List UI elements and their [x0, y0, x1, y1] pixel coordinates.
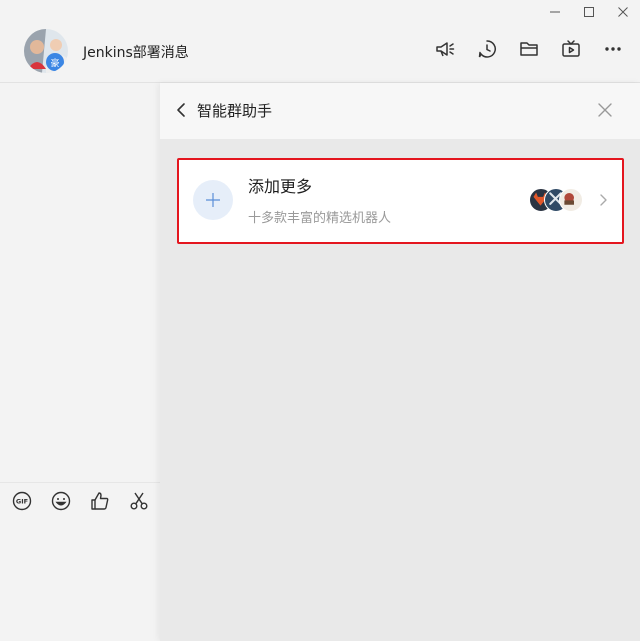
- maximize-icon[interactable]: [572, 0, 606, 24]
- card-title: 添加更多: [248, 177, 313, 196]
- thumbs-up-icon[interactable]: [90, 490, 110, 512]
- scissors-icon[interactable]: [129, 490, 149, 512]
- gif-icon[interactable]: GIF: [12, 490, 32, 512]
- more-icon[interactable]: [602, 38, 624, 60]
- panel-title: 智能群助手: [197, 102, 273, 120]
- bot-avatars: [529, 188, 583, 212]
- add-icon: [193, 180, 233, 220]
- folder-icon[interactable]: [518, 38, 540, 60]
- svg-text:GIF: GIF: [16, 498, 28, 506]
- emoji-icon[interactable]: [51, 490, 71, 512]
- smart-assistant-panel: 智能群助手 添加更多 十多款丰富的精选机器人: [160, 83, 640, 641]
- input-divider: [0, 482, 160, 483]
- group-title: Jenkins部署消息: [83, 45, 189, 61]
- minimize-icon[interactable]: [538, 0, 572, 24]
- announcement-icon[interactable]: [434, 38, 456, 60]
- input-toolbar: GIF: [12, 490, 149, 512]
- group-avatar[interactable]: 豪: [24, 29, 68, 73]
- header-toolbar: [434, 38, 624, 60]
- chat-message-area[interactable]: [0, 83, 160, 641]
- add-more-card[interactable]: 添加更多 十多款丰富的精选机器人: [177, 158, 624, 244]
- close-icon[interactable]: [606, 0, 640, 24]
- avatar-image: 豪: [24, 29, 68, 73]
- card-subtitle: 十多款丰富的精选机器人: [248, 211, 392, 226]
- svg-text:豪: 豪: [50, 57, 59, 69]
- history-icon[interactable]: [476, 38, 498, 60]
- window-controls: [538, 0, 640, 24]
- panel-close-icon[interactable]: [596, 101, 614, 119]
- tapd-bot-icon: [559, 188, 583, 212]
- panel-header: 智能群助手: [160, 83, 640, 139]
- chevron-right-icon: [600, 194, 607, 206]
- back-arrow-icon[interactable]: [174, 101, 188, 119]
- video-icon[interactable]: [560, 38, 582, 60]
